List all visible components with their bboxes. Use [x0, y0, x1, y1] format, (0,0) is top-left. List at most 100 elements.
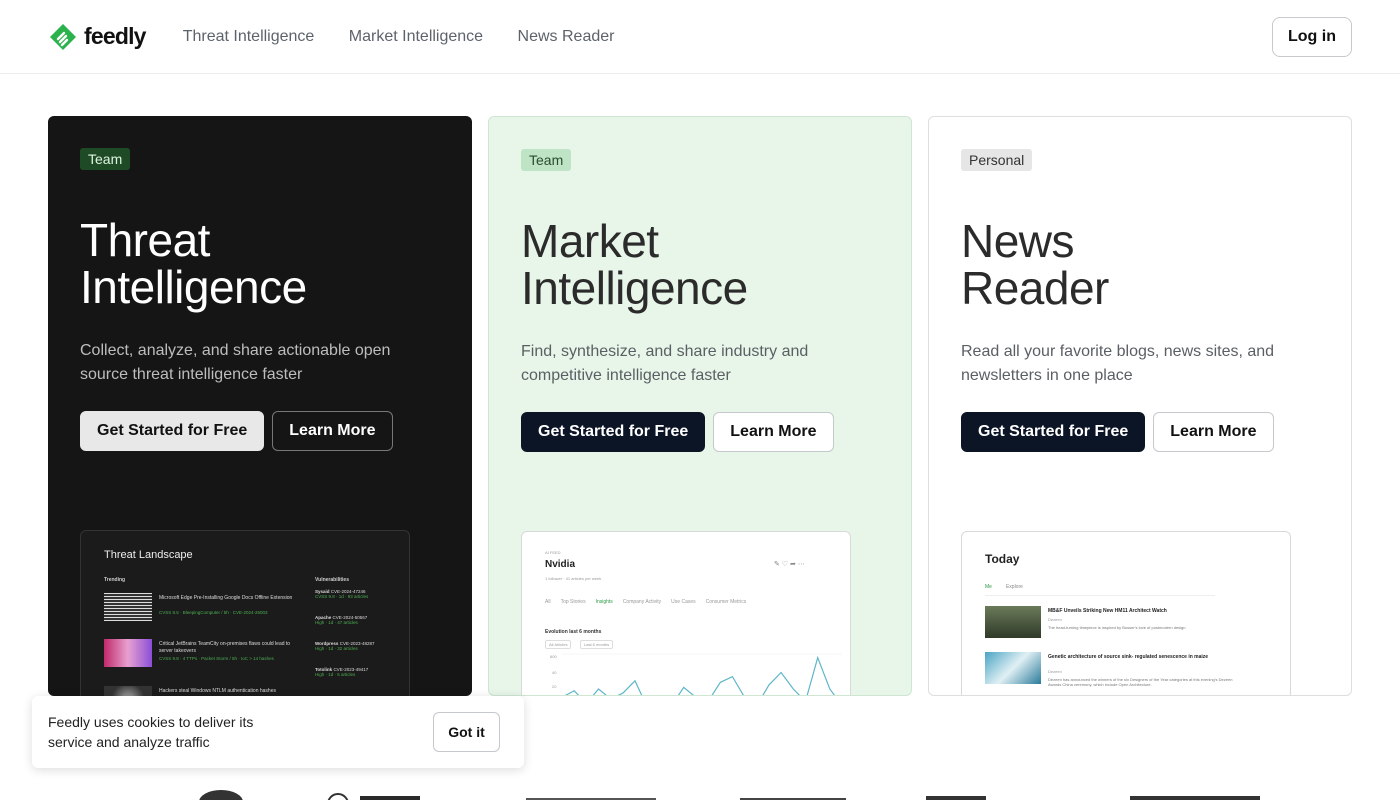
- feed-kicker: AI FEED: [545, 550, 561, 555]
- today-feed-preview: Today Me Explore MB&F Unveils Striking N…: [961, 531, 1291, 695]
- tab-consumer-metrics[interactable]: Consumer Metrics: [706, 599, 747, 605]
- main-nav: Threat Intelligence Market Intelligence …: [183, 28, 645, 46]
- preview-title: Threat Landscape: [104, 549, 193, 561]
- vuln-meta: CVSS 9.8 · 1d · 93 articles: [315, 594, 369, 599]
- card-title: Threat Intelligence: [80, 217, 440, 311]
- customer-logos-strip: [0, 780, 1400, 800]
- trending-item: Hackers steal Windows NTLM authenticatio…: [104, 686, 294, 696]
- article-source: Dezeen: [1048, 669, 1062, 674]
- card-description: Find, synthesize, and share industry and…: [521, 343, 809, 384]
- article-source: Dezeen: [1048, 617, 1062, 622]
- vuln-meta: High · 1d · 5 articles: [315, 672, 356, 677]
- feed-title: Nvidia: [545, 559, 576, 570]
- article-headline: Hackers steal Windows NTLM authenticatio…: [159, 688, 276, 694]
- tab-all[interactable]: All: [545, 599, 551, 605]
- tab-top-stories[interactable]: Top Stories: [561, 599, 586, 605]
- partner-logo-icon: [360, 796, 420, 800]
- vuln-meta: High · 1d · 47 articles: [315, 620, 358, 625]
- learn-more-button[interactable]: Learn More: [1153, 412, 1274, 452]
- nav-market-intelligence[interactable]: Market Intelligence: [349, 28, 483, 45]
- circle-logo-icon: [327, 793, 349, 800]
- card-actions: Get Started for Free Learn More: [80, 411, 440, 451]
- reader-tabs: Me Explore: [985, 584, 1023, 590]
- card-title-line1: Market: [521, 215, 659, 267]
- tab-company-activity[interactable]: Company Activity: [623, 599, 661, 605]
- trending-label: Trending: [104, 577, 126, 583]
- filter-period[interactable]: Last 6 months: [580, 640, 614, 649]
- y-axis-label: 40: [552, 670, 557, 675]
- article-headline: Genetic architecture of source sink- reg…: [1048, 654, 1209, 660]
- article-summary: Dezeen has announced the winners of the …: [1048, 677, 1233, 687]
- card-description: Read all your favorite blogs, news sites…: [961, 343, 1275, 384]
- evolution-line-chart: [562, 653, 842, 695]
- today-title: Today: [985, 552, 1020, 566]
- vulnerability-item: Wordpress CVE-2023-48287 High · 1d · 32 …: [315, 641, 405, 651]
- article-meta: CVSS 9.8 · 4 TTPs · Packet Storm / 5h · …: [159, 656, 274, 661]
- filter-articles[interactable]: All Articles: [545, 640, 572, 649]
- card-badge: Team: [521, 149, 572, 171]
- cookie-banner: Feedly uses cookies to deliver its servi…: [32, 696, 524, 768]
- card-title: News Reader: [961, 218, 1319, 312]
- learn-more-button[interactable]: Learn More: [272, 411, 393, 451]
- news-reader-card: Personal News Reader Read all your favor…: [928, 116, 1352, 696]
- vulnerability-item: Apache CVE-2024-50567 High · 1d · 47 art…: [315, 615, 405, 625]
- y-axis-label: 20: [552, 684, 557, 689]
- card-title: Market Intelligence: [521, 218, 879, 312]
- article-thumbnail: [104, 639, 152, 667]
- feed-followers: 1 follower · 41 articles per week: [545, 576, 602, 581]
- card-title-line1: News: [961, 215, 1075, 267]
- nvidia-feed-preview: AI FEED Nvidia 1 follower · 41 articles …: [521, 531, 851, 695]
- partner-logo-icon: [526, 798, 656, 800]
- get-started-button[interactable]: Get Started for Free: [80, 411, 265, 451]
- article-headline: Microsoft Edge Pre-Installing Google Doc…: [159, 595, 293, 601]
- threat-intelligence-card: Team Threat Intelligence Collect, analyz…: [48, 116, 472, 696]
- card-title-line2: Intelligence: [521, 262, 748, 314]
- brand-name: feedly: [84, 23, 146, 49]
- get-started-button[interactable]: Get Started for Free: [961, 412, 1146, 452]
- learn-more-button[interactable]: Learn More: [713, 412, 834, 452]
- card-actions: Get Started for Free Learn More: [961, 412, 1319, 452]
- login-button[interactable]: Log in: [1272, 17, 1352, 57]
- partner-logo-icon: [740, 798, 846, 800]
- tab-explore[interactable]: Explore: [1006, 584, 1023, 590]
- tab-me[interactable]: Me: [985, 584, 992, 590]
- evolution-label: Evolution last 6 months: [545, 629, 602, 635]
- article-meta: CVSS 8.5 · BleepingComputer / 5h · CVE-2…: [159, 610, 268, 615]
- feedly-logo-icon: [50, 23, 76, 50]
- trending-item: Critical JetBrains TeamCity on-premises …: [104, 639, 294, 669]
- y-axis-label: 600: [550, 654, 557, 659]
- cookie-accept-button[interactable]: Got it: [433, 712, 500, 752]
- article-thumbnail: [104, 686, 152, 696]
- article-summary: The head-turning timepiece is inspired b…: [1048, 625, 1186, 630]
- tab-use-cases[interactable]: Use Cases: [671, 599, 695, 605]
- nav-threat-intelligence[interactable]: Threat Intelligence: [183, 28, 315, 45]
- get-started-button[interactable]: Get Started for Free: [521, 412, 706, 452]
- vulnerability-item: Sysaid CVE-2024-47246 CVSS 9.8 · 1d · 93…: [315, 589, 405, 599]
- chart-series-line: [564, 655, 835, 695]
- news-item[interactable]: MB&F Unveils Striking New HM11 Architect…: [985, 606, 1285, 642]
- nav-news-reader[interactable]: News Reader: [518, 28, 615, 45]
- card-badge: Team: [80, 148, 131, 170]
- tabs-divider: [985, 595, 1215, 596]
- cloud-logo-icon: [199, 790, 243, 800]
- article-thumbnail: [985, 606, 1041, 638]
- card-actions: Get Started for Free Learn More: [521, 412, 879, 452]
- market-intelligence-card: Team Market Intelligence Find, synthesiz…: [488, 116, 912, 696]
- card-description: Collect, analyze, and share actionable o…: [80, 342, 391, 383]
- feedly-logo[interactable]: feedly: [48, 23, 146, 51]
- article-headline: Critical JetBrains TeamCity on-premises …: [159, 641, 291, 654]
- article-headline: MB&F Unveils Striking New HM11 Architect…: [1048, 608, 1167, 614]
- article-thumbnail: [985, 652, 1041, 684]
- tab-insights[interactable]: Insights: [596, 599, 613, 605]
- card-title-line1: Threat: [80, 214, 210, 266]
- vulnerabilities-label: Vulnerabilities: [315, 577, 349, 583]
- vuln-meta: High · 1d · 32 articles: [315, 646, 358, 651]
- card-badge: Personal: [961, 149, 1033, 171]
- vulnerability-item: Totolink CVE-2023-49417 High · 1d · 5 ar…: [315, 667, 405, 677]
- card-title-line2: Reader: [961, 262, 1109, 314]
- feed-action-icons[interactable]: ✎ ♡ ➦ ⋯: [774, 560, 805, 568]
- news-item[interactable]: Genetic architecture of source sink- reg…: [985, 652, 1285, 688]
- article-thumbnail: [104, 593, 152, 621]
- top-header: feedly Threat Intelligence Market Intell…: [0, 0, 1400, 74]
- card-title-line2: Intelligence: [80, 261, 307, 313]
